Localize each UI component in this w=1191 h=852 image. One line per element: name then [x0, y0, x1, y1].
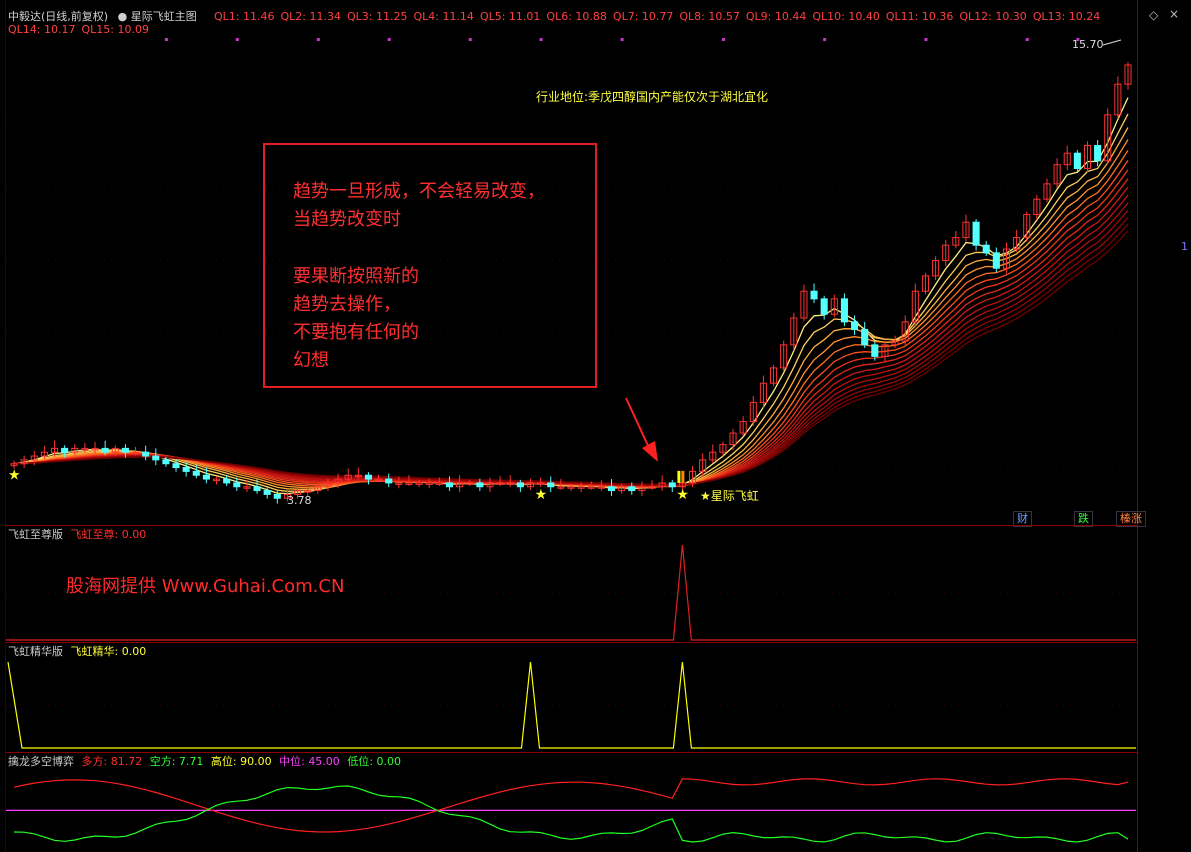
candle-body	[840, 298, 848, 323]
candle-body	[142, 451, 150, 457]
bear-line	[13, 785, 1129, 843]
right-axis-marker: 1	[1181, 240, 1188, 253]
panel2-header[interactable]: 飞虹精华版 飞虹精华: 0.00	[8, 645, 146, 658]
candle-body	[851, 321, 859, 331]
candle-body	[516, 482, 524, 488]
candle-body	[445, 482, 454, 488]
candle-body	[182, 467, 190, 472]
bear-value: 7.71	[178, 755, 204, 768]
panel2-title: 飞虹精华版	[8, 645, 63, 658]
high-price-label: 15.70	[1072, 38, 1104, 51]
annotation-line: 趋势一旦形成，不会轻易改变，	[293, 181, 545, 202]
signal-label: ★星际飞虹	[700, 489, 759, 503]
low-price-label: 3.78	[287, 494, 312, 507]
kline-chart[interactable]: ★ ★ ★	[0, 0, 1191, 852]
candle-body	[233, 482, 241, 488]
candle-body	[364, 474, 372, 480]
annotation-line: 要果断按照新的	[293, 266, 419, 287]
candle-body	[982, 244, 990, 254]
signal-dot	[823, 38, 827, 41]
annotation-line: 幻想	[293, 350, 329, 371]
low-level-label: 低位	[347, 755, 370, 768]
candle-body	[253, 486, 261, 492]
bull-label: 多方	[81, 755, 104, 768]
low-level-value: 0.00	[376, 755, 402, 768]
mid-level-label: 中位	[279, 755, 302, 768]
candle-body	[1094, 145, 1102, 162]
high-level-value: 90.00	[240, 755, 272, 768]
panel1-title: 飞虹至尊版	[8, 528, 63, 541]
industry-note: 行业地位:季戊四醇国内产能仅次于湖北宜化	[536, 90, 769, 104]
candle-body	[810, 290, 818, 300]
signal-dot	[235, 38, 239, 41]
candle-body	[1073, 152, 1081, 170]
signal-star: ★	[676, 487, 689, 503]
candle-body	[263, 490, 271, 495]
candle-body	[121, 447, 129, 453]
candle-body	[162, 459, 170, 465]
signal-dot	[387, 38, 391, 41]
candle-body	[192, 470, 200, 476]
panel-separator	[5, 752, 1137, 753]
annotation-line: 趋势去操作，	[293, 294, 401, 315]
panel2-value: 0.00	[121, 645, 147, 658]
signal-dot	[1025, 38, 1029, 41]
panel3-title: 擒龙多空博弈	[8, 755, 74, 768]
candle-body	[871, 344, 879, 357]
candle-body	[202, 474, 210, 480]
signal-star: ★	[8, 468, 21, 484]
panel1-value: 0.00	[121, 528, 147, 541]
mid-level-value: 45.00	[308, 755, 340, 768]
candle-body	[172, 463, 180, 469]
annotation-box: 趋势一旦形成，不会轻易改变， 当趋势改变时 要果断按照新的 趋势去操作， 不要抱…	[263, 143, 597, 388]
bull-value: 81.72	[110, 755, 143, 768]
candle-body	[101, 447, 109, 453]
candle-body	[223, 478, 231, 484]
signal-dot	[316, 38, 320, 41]
annotation-line: 当趋势改变时	[293, 209, 401, 230]
candle-body	[152, 455, 160, 461]
panel3-header[interactable]: 擒龙多空博弈 多方: 81.72 空方: 7.71 高位: 90.00 中位: …	[8, 755, 401, 768]
annotation-arrow	[625, 397, 651, 451]
signal-dot	[620, 38, 624, 41]
watermark-text: 股海网提供 Www.Guhai.Com.CN	[66, 576, 345, 597]
panel-separator	[5, 642, 1137, 643]
candle-body	[385, 478, 393, 484]
panel1-series-name: 飞虹至尊	[70, 528, 115, 541]
candle-body	[547, 482, 555, 488]
panel-separator	[5, 525, 1137, 526]
panel1-header[interactable]: 飞虹至尊版 飞虹至尊: 0.00	[8, 528, 146, 541]
signal-dot	[468, 38, 472, 41]
candle-body	[273, 493, 281, 499]
signal-bar	[681, 470, 685, 483]
bull-line	[13, 778, 1129, 833]
candle-body	[861, 329, 869, 346]
candle-body	[61, 447, 69, 453]
signal-bar	[677, 470, 681, 483]
bear-label: 空方	[149, 755, 172, 768]
candle-body	[476, 482, 484, 488]
candle-body	[668, 482, 676, 488]
candle-body	[972, 221, 980, 246]
signal-dot	[164, 38, 168, 41]
signal-dot	[924, 38, 928, 41]
panel2-series-name: 飞虹精华	[70, 645, 115, 658]
signal-star: ★	[535, 487, 548, 503]
candle-body	[820, 298, 828, 315]
signal-dot	[539, 38, 543, 41]
candle-body	[992, 252, 1000, 269]
high-arrow	[1102, 39, 1122, 46]
jinghua-line	[7, 661, 1136, 749]
candle-body	[607, 486, 616, 492]
signal-dot	[721, 38, 725, 41]
annotation-line: 不要抱有任何的	[293, 322, 419, 343]
candle-body	[628, 486, 636, 492]
annotation-arrowhead	[642, 441, 658, 462]
high-level-label: 高位	[210, 755, 233, 768]
